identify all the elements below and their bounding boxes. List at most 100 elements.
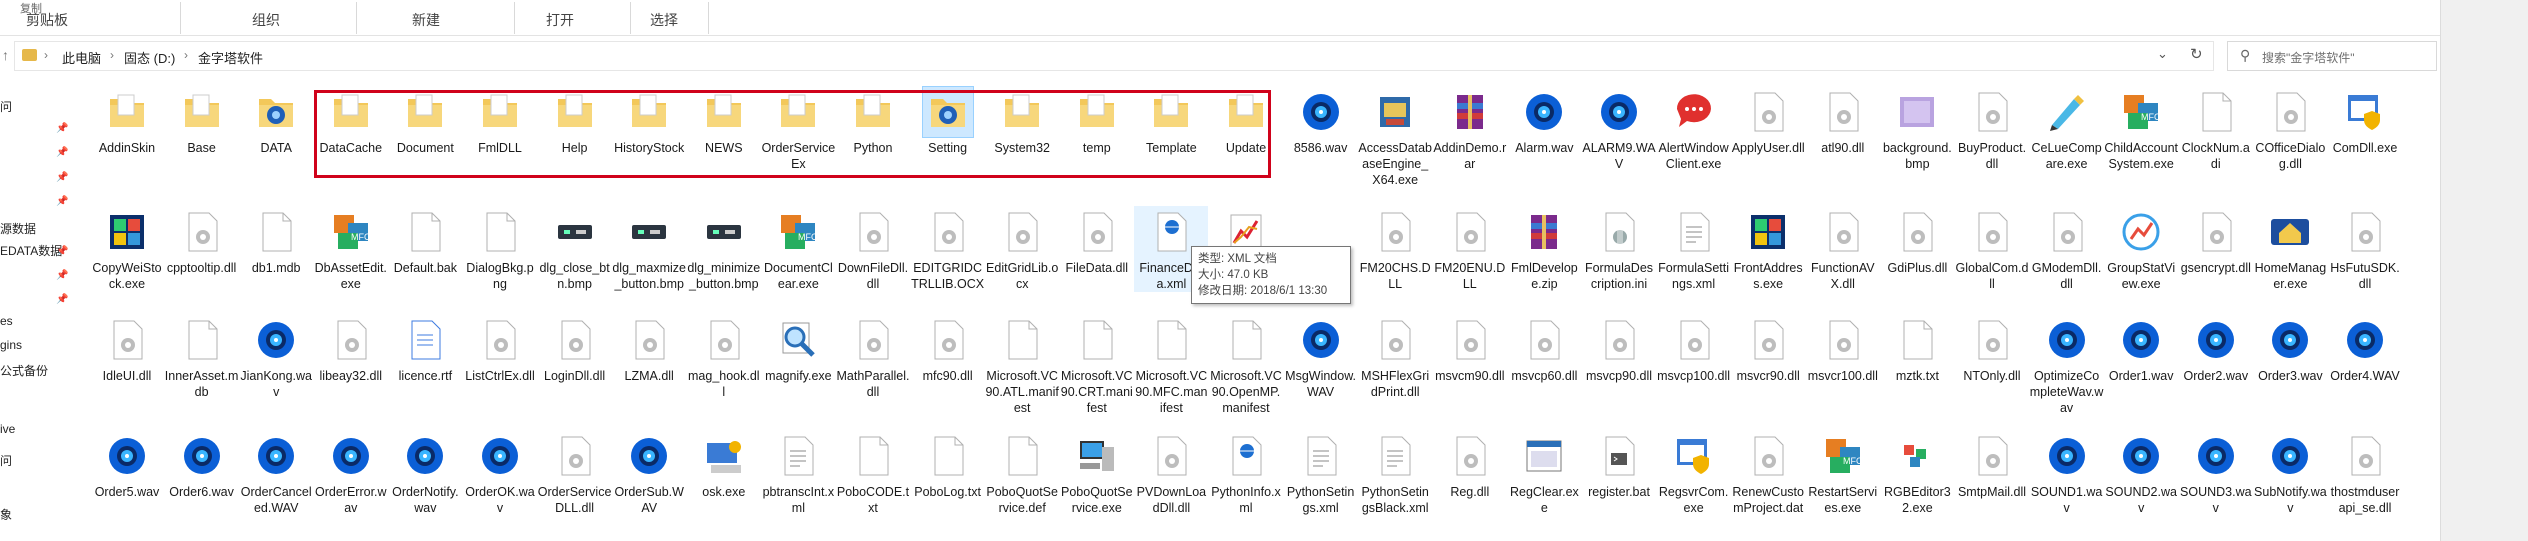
scrollbar-region[interactable] (2440, 0, 2528, 541)
file-item[interactable]: ALARM9.WAV (1582, 86, 1656, 172)
file-item[interactable]: msvcr90.dll (1731, 314, 1805, 384)
file-item[interactable]: pbtranscInt.xml (761, 430, 835, 516)
file-item[interactable]: SOUND1.wav (2030, 430, 2104, 516)
file-item[interactable]: AccessDatabaseEngine_X64.exe (1358, 86, 1432, 188)
file-item[interactable]: MFC DbAssetEdit.exe (314, 206, 388, 292)
file-item[interactable]: COfficeDialog.dll (2253, 86, 2327, 172)
file-item[interactable]: DATA (239, 86, 313, 156)
file-item[interactable]: PVDownLoadDll.dll (1134, 430, 1208, 516)
file-item[interactable]: PythonInfo.xml (1209, 430, 1283, 516)
nav-item[interactable]: EDATA数据 (0, 242, 62, 259)
file-item[interactable]: background.bmp (1880, 86, 1954, 172)
file-item[interactable]: JianKong.wav (239, 314, 313, 400)
nav-item[interactable]: 源数据 (0, 220, 36, 237)
file-item[interactable]: Alarm.wav (1507, 86, 1581, 156)
nav-item[interactable]: es (0, 314, 13, 328)
file-item[interactable]: PoboQuotService.def (985, 430, 1059, 516)
file-item[interactable]: Microsoft.VC90.CRT.manifest (1060, 314, 1134, 416)
file-item[interactable]: GroupStatView.exe (2104, 206, 2178, 292)
file-item[interactable]: 8586.wav (1284, 86, 1358, 156)
file-item[interactable]: BuyProduct.dll (1955, 86, 2029, 172)
file-item[interactable]: PoboLog.txt (911, 430, 985, 500)
file-item[interactable]: licence.rtf (388, 314, 462, 384)
file-item[interactable]: HomeManager.exe (2253, 206, 2327, 292)
file-item[interactable]: HsFutuSDK.dll (2328, 206, 2402, 292)
nav-item[interactable]: gins (0, 338, 22, 352)
nav-item[interactable]: ive (0, 422, 15, 436)
chevron-right-icon[interactable]: › (44, 48, 48, 62)
file-item[interactable]: NTOnly.dll (1955, 314, 2029, 384)
file-item[interactable]: LZMA.dll (612, 314, 686, 384)
file-item[interactable]: EDITGRIDCTRLLIB.OCX (911, 206, 985, 292)
file-item[interactable]: GlobalCom.dll (1955, 206, 2029, 292)
file-item[interactable]: MFC RestartServies.exe (1806, 430, 1880, 516)
file-item[interactable]: RegClear.exe (1507, 430, 1581, 516)
file-item[interactable]: GModemDll.dll (2030, 206, 2104, 292)
refresh-icon[interactable]: ↻ (2190, 45, 2203, 63)
nav-item[interactable]: 象 (0, 506, 12, 523)
file-item[interactable]: OptimizeCompleteWav.wav (2030, 314, 2104, 416)
file-item[interactable]: ApplyUser.dll (1731, 86, 1805, 156)
file-item[interactable]: Default.bak (388, 206, 462, 276)
file-item[interactable]: RegsvrCom.exe (1657, 430, 1731, 516)
file-item[interactable]: FrontAddress.exe (1731, 206, 1805, 292)
chevron-down-icon[interactable]: ⌄ (2157, 46, 2168, 62)
file-item[interactable]: register.bat (1582, 430, 1656, 500)
file-item[interactable]: DialogBkg.png (463, 206, 537, 292)
file-item[interactable]: Base (165, 86, 239, 156)
file-item[interactable]: FunctionAVX.dll (1806, 206, 1880, 292)
file-item[interactable]: CopyWeiStock.exe (90, 206, 164, 292)
file-item[interactable]: osk.exe (687, 430, 761, 500)
file-item[interactable]: Order5.wav (90, 430, 164, 500)
file-item[interactable]: SmtpMail.dll (1955, 430, 2029, 500)
file-item[interactable]: MFC ChildAccountSystem.exe (2104, 86, 2178, 172)
file-item[interactable]: Order1.wav (2104, 314, 2178, 384)
file-item[interactable]: SOUND2.wav (2104, 430, 2178, 516)
pin-icon[interactable]: 📌 (56, 270, 68, 281)
file-item[interactable]: OrderNotify.wav (388, 430, 462, 516)
file-item[interactable]: Order2.wav (2179, 314, 2253, 384)
file-item[interactable]: msvcm90.dll (1433, 314, 1507, 384)
chevron-right-icon[interactable]: › (110, 48, 114, 62)
file-item[interactable]: db1.mdb (239, 206, 313, 276)
file-item[interactable]: msvcp60.dll (1507, 314, 1581, 384)
file-item[interactable]: msvcp100.dll (1657, 314, 1731, 384)
file-item[interactable]: CeLueCompare.exe (2030, 86, 2104, 172)
file-item[interactable]: mztk.txt (1880, 314, 1954, 384)
file-item[interactable]: ClockNum.adi (2179, 86, 2253, 172)
file-item[interactable]: thostmduserapi_se.dll (2328, 430, 2402, 516)
breadcrumb-current-folder[interactable]: 金字塔软件 (198, 48, 263, 67)
file-item[interactable]: FM20CHS.DLL (1358, 206, 1432, 292)
file-item[interactable]: MSHFlexGridPrint.dll (1358, 314, 1432, 400)
file-item[interactable]: Order6.wav (165, 430, 239, 500)
file-item[interactable]: OrderServiceDLL.dll (538, 430, 612, 516)
file-item[interactable]: msvcr100.dll (1806, 314, 1880, 384)
file-item[interactable]: SOUND3.wav (2179, 430, 2253, 516)
pin-icon[interactable]: 📌 (56, 172, 68, 183)
nav-item[interactable]: 问 (0, 452, 12, 469)
file-item[interactable]: mag_hook.dll (687, 314, 761, 400)
file-item[interactable]: libeay32.dll (314, 314, 388, 384)
pin-icon[interactable]: 📌 (56, 196, 68, 207)
file-item[interactable]: FormulaDescription.ini (1582, 206, 1656, 292)
file-item[interactable]: Microsoft.VC90.OpenMP.manifest (1209, 314, 1283, 416)
file-item[interactable]: DownFileDll.dll (836, 206, 910, 292)
file-item[interactable]: FormulaSettings.xml (1657, 206, 1731, 292)
pin-icon[interactable]: 📌 (56, 246, 68, 257)
file-item[interactable]: dlg_maxmize_button.bmp (612, 206, 686, 292)
file-item[interactable]: Reg.dll (1433, 430, 1507, 500)
file-item[interactable]: gsencrypt.dll (2179, 206, 2253, 276)
file-item[interactable]: atl90.dll (1806, 86, 1880, 156)
breadcrumb-drive[interactable]: 固态 (D:) (124, 48, 175, 67)
file-item[interactable]: PythonSetings.xml (1284, 430, 1358, 516)
file-item[interactable]: Microsoft.VC90.ATL.manifest (985, 314, 1059, 416)
file-item[interactable]: magnify.exe (761, 314, 835, 384)
file-item[interactable]: FmlDevelope.zip (1507, 206, 1581, 292)
file-item[interactable]: OrderOK.wav (463, 430, 537, 516)
file-item[interactable]: InnerAsset.mdb (165, 314, 239, 400)
file-item[interactable]: OrderSub.WAV (612, 430, 686, 516)
file-item[interactable]: PythonSetingsBlack.xml (1358, 430, 1432, 516)
file-item[interactable]: dlg_close_btn.bmp (538, 206, 612, 292)
file-item[interactable]: PoboQuotService.exe (1060, 430, 1134, 516)
file-item[interactable]: ListCtrlEx.dll (463, 314, 537, 384)
